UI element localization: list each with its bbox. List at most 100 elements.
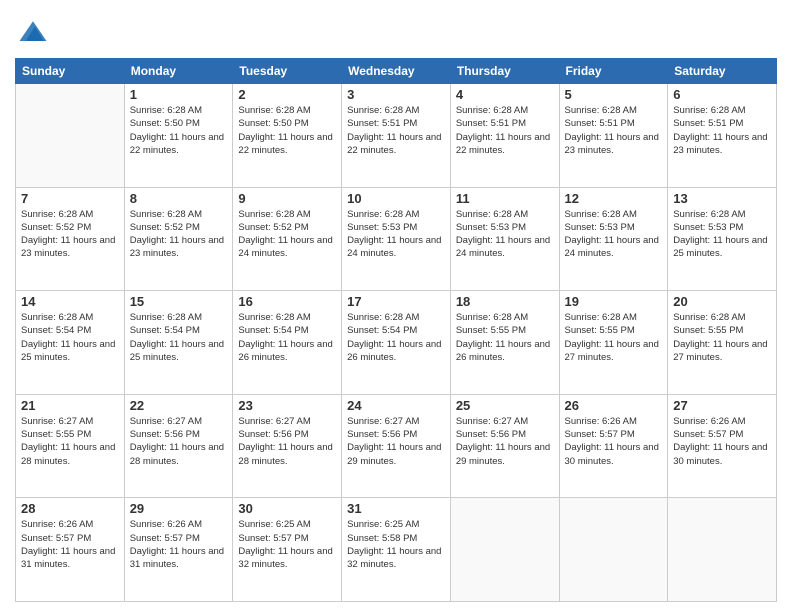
day-number: 22 <box>130 398 228 413</box>
day-number: 14 <box>21 294 119 309</box>
calendar-cell: 20 Sunrise: 6:28 AM Sunset: 5:55 PM Dayli… <box>668 291 777 395</box>
day-info: Sunrise: 6:28 AM Sunset: 5:52 PM Dayligh… <box>21 208 119 261</box>
day-number: 19 <box>565 294 663 309</box>
calendar-cell: 6 Sunrise: 6:28 AM Sunset: 5:51 PM Daylig… <box>668 84 777 188</box>
calendar-cell: 25 Sunrise: 6:27 AM Sunset: 5:56 PM Dayli… <box>450 394 559 498</box>
day-info: Sunrise: 6:28 AM Sunset: 5:50 PM Dayligh… <box>130 104 228 157</box>
logo-icon <box>15 14 51 50</box>
calendar-week-3: 14 Sunrise: 6:28 AM Sunset: 5:54 PM Dayli… <box>16 291 777 395</box>
calendar-cell <box>668 498 777 602</box>
day-number: 9 <box>238 191 336 206</box>
day-number: 6 <box>673 87 771 102</box>
day-info: Sunrise: 6:28 AM Sunset: 5:53 PM Dayligh… <box>347 208 445 261</box>
day-number: 8 <box>130 191 228 206</box>
calendar-cell: 22Sunrise: 6:27 AM Sunset: 5:56 PM Dayli… <box>124 394 233 498</box>
day-number: 7 <box>21 191 119 206</box>
calendar-cell <box>559 498 668 602</box>
day-number: 18 <box>456 294 554 309</box>
day-number: 27 <box>673 398 771 413</box>
calendar-cell: 26 Sunrise: 6:26 AM Sunset: 5:57 PM Dayli… <box>559 394 668 498</box>
calendar-cell: 11 Sunrise: 6:28 AM Sunset: 5:53 PM Dayli… <box>450 187 559 291</box>
logo <box>15 14 55 50</box>
day-number: 28 <box>21 501 119 516</box>
day-number: 15 <box>130 294 228 309</box>
calendar-cell: 17Sunrise: 6:28 AM Sunset: 5:54 PM Dayli… <box>342 291 451 395</box>
calendar-cell: 18 Sunrise: 6:28 AM Sunset: 5:55 PM Dayli… <box>450 291 559 395</box>
calendar-week-1: 1 Sunrise: 6:28 AM Sunset: 5:50 PM Daylig… <box>16 84 777 188</box>
day-number: 25 <box>456 398 554 413</box>
day-info: Sunrise: 6:28 AM Sunset: 5:54 PM Dayligh… <box>130 311 228 364</box>
calendar-cell: 7 Sunrise: 6:28 AM Sunset: 5:52 PM Daylig… <box>16 187 125 291</box>
calendar-cell: 24 Sunrise: 6:27 AM Sunset: 5:56 PM Dayli… <box>342 394 451 498</box>
weekday-header-sunday: Sunday <box>16 59 125 84</box>
day-info: Sunrise: 6:26 AM Sunset: 5:57 PM Dayligh… <box>565 415 663 468</box>
day-info: Sunrise: 6:28 AM Sunset: 5:54 PM Dayligh… <box>347 311 445 364</box>
day-number: 11 <box>456 191 554 206</box>
day-info: Sunrise: 6:28 AM Sunset: 5:51 PM Dayligh… <box>673 104 771 157</box>
calendar-cell: 5Sunrise: 6:28 AM Sunset: 5:51 PM Daylig… <box>559 84 668 188</box>
calendar-cell <box>450 498 559 602</box>
day-info: Sunrise: 6:28 AM Sunset: 5:54 PM Dayligh… <box>238 311 336 364</box>
day-info: Sunrise: 6:28 AM Sunset: 5:54 PM Dayligh… <box>21 311 119 364</box>
day-info: Sunrise: 6:28 AM Sunset: 5:52 PM Dayligh… <box>130 208 228 261</box>
calendar-cell <box>16 84 125 188</box>
day-number: 26 <box>565 398 663 413</box>
day-number: 1 <box>130 87 228 102</box>
calendar-cell: 15 Sunrise: 6:28 AM Sunset: 5:54 PM Dayli… <box>124 291 233 395</box>
calendar-table: SundayMondayTuesdayWednesdayThursdayFrid… <box>15 58 777 602</box>
weekday-header-tuesday: Tuesday <box>233 59 342 84</box>
day-info: Sunrise: 6:28 AM Sunset: 5:50 PM Dayligh… <box>238 104 336 157</box>
calendar-cell: 1 Sunrise: 6:28 AM Sunset: 5:50 PM Daylig… <box>124 84 233 188</box>
day-info: Sunrise: 6:28 AM Sunset: 5:55 PM Dayligh… <box>673 311 771 364</box>
day-number: 20 <box>673 294 771 309</box>
calendar-cell: 23 Sunrise: 6:27 AM Sunset: 5:56 PM Dayli… <box>233 394 342 498</box>
day-number: 3 <box>347 87 445 102</box>
day-info: Sunrise: 6:28 AM Sunset: 5:51 PM Dayligh… <box>347 104 445 157</box>
calendar-week-4: 21Sunrise: 6:27 AM Sunset: 5:55 PM Dayli… <box>16 394 777 498</box>
calendar-cell: 29Sunrise: 6:26 AM Sunset: 5:57 PM Dayli… <box>124 498 233 602</box>
calendar-cell: 3 Sunrise: 6:28 AM Sunset: 5:51 PM Daylig… <box>342 84 451 188</box>
calendar-cell: 9Sunrise: 6:28 AM Sunset: 5:52 PM Daylig… <box>233 187 342 291</box>
day-info: Sunrise: 6:26 AM Sunset: 5:57 PM Dayligh… <box>673 415 771 468</box>
day-number: 10 <box>347 191 445 206</box>
calendar-header: SundayMondayTuesdayWednesdayThursdayFrid… <box>16 59 777 84</box>
day-info: Sunrise: 6:28 AM Sunset: 5:51 PM Dayligh… <box>565 104 663 157</box>
calendar-cell: 2Sunrise: 6:28 AM Sunset: 5:50 PM Daylig… <box>233 84 342 188</box>
day-info: Sunrise: 6:27 AM Sunset: 5:56 PM Dayligh… <box>456 415 554 468</box>
calendar-cell: 14 Sunrise: 6:28 AM Sunset: 5:54 PM Dayli… <box>16 291 125 395</box>
day-info: Sunrise: 6:25 AM Sunset: 5:57 PM Dayligh… <box>238 518 336 571</box>
calendar-cell: 10 Sunrise: 6:28 AM Sunset: 5:53 PM Dayli… <box>342 187 451 291</box>
calendar-cell: 4Sunrise: 6:28 AM Sunset: 5:51 PM Daylig… <box>450 84 559 188</box>
day-info: Sunrise: 6:25 AM Sunset: 5:58 PM Dayligh… <box>347 518 445 571</box>
calendar-cell: 27 Sunrise: 6:26 AM Sunset: 5:57 PM Dayli… <box>668 394 777 498</box>
calendar-cell: 8 Sunrise: 6:28 AM Sunset: 5:52 PM Daylig… <box>124 187 233 291</box>
calendar-cell: 19Sunrise: 6:28 AM Sunset: 5:55 PM Dayli… <box>559 291 668 395</box>
day-number: 23 <box>238 398 336 413</box>
day-info: Sunrise: 6:28 AM Sunset: 5:53 PM Dayligh… <box>673 208 771 261</box>
day-number: 16 <box>238 294 336 309</box>
calendar-week-2: 7 Sunrise: 6:28 AM Sunset: 5:52 PM Daylig… <box>16 187 777 291</box>
calendar-cell: 31 Sunrise: 6:25 AM Sunset: 5:58 PM Dayli… <box>342 498 451 602</box>
weekday-header-saturday: Saturday <box>668 59 777 84</box>
day-info: Sunrise: 6:26 AM Sunset: 5:57 PM Dayligh… <box>21 518 119 571</box>
day-number: 29 <box>130 501 228 516</box>
weekday-header-wednesday: Wednesday <box>342 59 451 84</box>
calendar-body: 1 Sunrise: 6:28 AM Sunset: 5:50 PM Daylig… <box>16 84 777 602</box>
day-info: Sunrise: 6:28 AM Sunset: 5:55 PM Dayligh… <box>456 311 554 364</box>
day-info: Sunrise: 6:28 AM Sunset: 5:53 PM Dayligh… <box>456 208 554 261</box>
page: SundayMondayTuesdayWednesdayThursdayFrid… <box>0 0 792 612</box>
header <box>15 10 777 50</box>
weekday-header-row: SundayMondayTuesdayWednesdayThursdayFrid… <box>16 59 777 84</box>
day-number: 12 <box>565 191 663 206</box>
day-number: 31 <box>347 501 445 516</box>
calendar-cell: 13Sunrise: 6:28 AM Sunset: 5:53 PM Dayli… <box>668 187 777 291</box>
day-info: Sunrise: 6:27 AM Sunset: 5:56 PM Dayligh… <box>347 415 445 468</box>
day-info: Sunrise: 6:27 AM Sunset: 5:56 PM Dayligh… <box>238 415 336 468</box>
weekday-header-thursday: Thursday <box>450 59 559 84</box>
day-info: Sunrise: 6:28 AM Sunset: 5:51 PM Dayligh… <box>456 104 554 157</box>
day-number: 21 <box>21 398 119 413</box>
weekday-header-friday: Friday <box>559 59 668 84</box>
day-number: 24 <box>347 398 445 413</box>
calendar-cell: 21Sunrise: 6:27 AM Sunset: 5:55 PM Dayli… <box>16 394 125 498</box>
day-info: Sunrise: 6:28 AM Sunset: 5:53 PM Dayligh… <box>565 208 663 261</box>
